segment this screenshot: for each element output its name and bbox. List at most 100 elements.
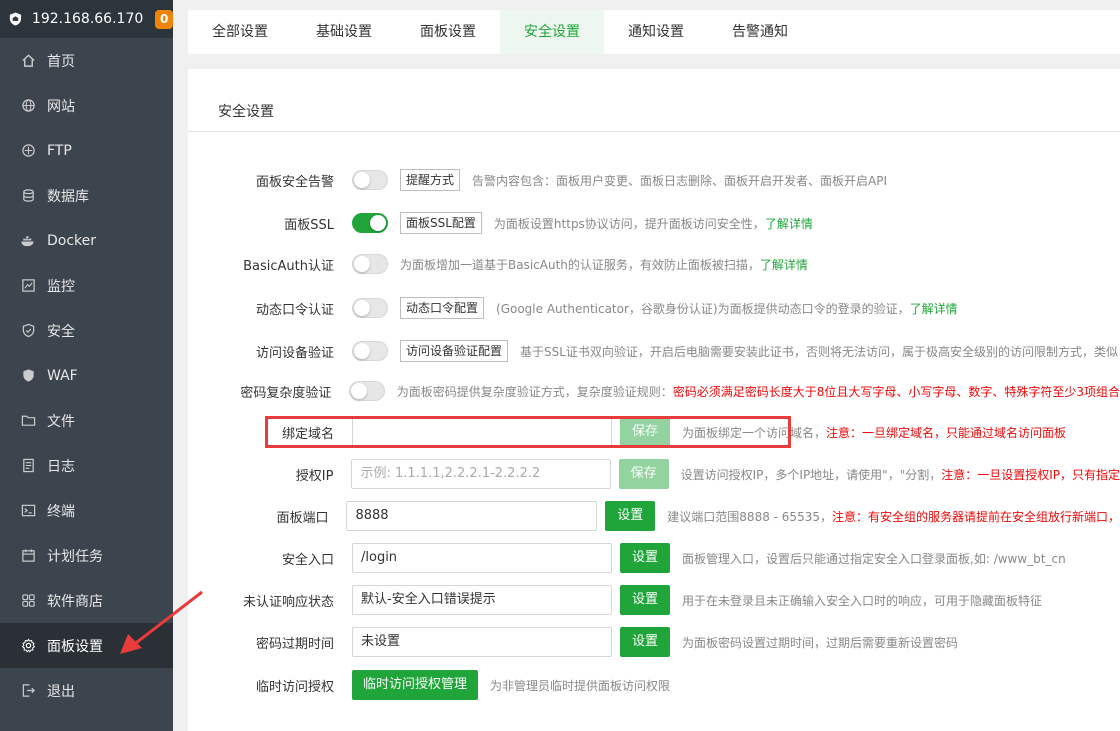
row-password-complexity: 密码复杂度验证 为面板密码提供复杂度验证方式，复杂度验证规则：密码必须满足密码长… [188,381,1120,401]
row-panel-security-alert: 面板安全告警 提醒方式 告警内容包含：面板用户变更、面板日志删除、面板开启开发者… [188,169,1120,191]
sidebar-item-website[interactable]: 网站 [0,83,173,128]
shield-logo-icon [9,12,22,26]
home-icon [20,53,36,69]
row-unauth-response: 未认证响应状态 默认-安全入口错误提示 设置 用于在未登录且未正确输入安全入口时… [188,585,1120,615]
row-label: 面板安全告警 [255,174,334,190]
unauth-response-select[interactable]: 默认-安全入口错误提示 [352,585,612,615]
row-label: 未认证响应状态 [242,594,334,610]
sidebar-item-files[interactable]: 文件 [0,398,173,443]
folder-icon [20,413,36,429]
tab-security-settings[interactable]: 安全设置 [500,10,604,54]
dynamic-password-config-button[interactable]: 动态口令配置 [400,297,485,319]
sidebar-item-app-store[interactable]: 软件商店 [0,578,173,623]
row-device-verification: 访问设备验证 访问设备验证配置 基于SSL证书双向验证，开启后电脑需要安装此证书… [188,340,1120,362]
sidebar-item-logout[interactable]: 退出 [0,668,173,713]
sidebar-item-label: 计划任务 [47,548,103,565]
ssl-config-button[interactable]: 面板SSL配置 [400,212,482,234]
row-authorized-ip: 授权IP 示例: 1.1.1.1,2.2.2.1-2.2.2.2 保存 设置访问… [188,459,1120,489]
row-description: 设置访问授权IP，多个IP地址，请使用"，"分割，注意：一旦设置授权IP，只有指… [680,467,1120,482]
gear-icon [20,638,36,654]
sidebar: 192.168.66.170 0 首页 网站 FTP 数据库 Docker 监控… [0,0,173,731]
row-security-entrance: 安全入口 /login 设置 面板管理入口，设置后只能通过指定安全入口登录面板,… [188,543,1120,573]
panel-security-alert-toggle[interactable] [352,170,388,190]
row-dynamic-password: 动态口令认证 动态口令配置 (Google Authenticator，谷歌身份… [188,297,1120,319]
sidebar-item-home[interactable]: 首页 [0,38,173,83]
security-entrance-set-button[interactable]: 设置 [620,543,671,573]
row-description: 为非管理员临时提供面板访问权限 [490,678,671,693]
security-entrance-input[interactable]: /login [352,543,612,573]
learn-more-link[interactable]: 了解详情 [910,302,958,316]
tab-all-settings[interactable]: 全部设置 [188,10,292,54]
sidebar-item-label: 软件商店 [47,593,103,610]
password-expiry-input[interactable]: 未设置 [352,627,612,657]
security-settings-panel: 安全设置 面板安全告警 提醒方式 告警内容包含：面板用户变更、面板日志删除、面板… [188,69,1120,731]
tab-alert-notification[interactable]: 告警通知 [708,10,812,54]
sidebar-item-security[interactable]: 安全 [0,308,173,353]
temp-access-manage-button[interactable]: 临时访问授权管理 [352,670,479,700]
sidebar-item-label: 安全 [47,323,75,340]
waf-icon [20,368,36,384]
logout-icon [20,683,36,699]
sidebar-header: 192.168.66.170 0 [0,0,173,38]
sidebar-item-terminal[interactable]: 终端 [0,488,173,533]
sidebar-item-label: 退出 [47,683,75,700]
row-label: 安全入口 [281,552,334,568]
sidebar-item-panel-settings[interactable]: 面板设置 [0,623,173,668]
ftp-icon [20,143,36,159]
device-verification-config-button[interactable]: 访问设备验证配置 [400,340,509,362]
sidebar-item-label: 终端 [47,503,75,520]
authorized-ip-save-button[interactable]: 保存 [618,459,669,489]
row-description: 为面板设置https协议访问，提升面板访问安全性，了解详情 [493,216,813,231]
row-password-expiry: 密码过期时间 未设置 设置 为面板密码设置过期时间，过期后需要重新设置密码 [188,627,1120,657]
sidebar-item-label: 数据库 [47,188,89,205]
database-icon [20,188,36,204]
row-temp-access: 临时访问授权 临时访问授权管理 为非管理员临时提供面板访问权限 [188,670,1120,700]
bind-domain-save-button[interactable]: 保存 [620,417,671,447]
sidebar-item-cron[interactable]: 计划任务 [0,533,173,578]
warning-text: 注意：有安全组的服务器请提前在安全组放行新端口， [831,509,1120,524]
sidebar-item-ftp[interactable]: FTP [0,128,173,173]
log-icon [20,458,36,474]
row-description: (Google Authenticator，谷歌身份认证)为面板提供动态口令的登… [496,301,958,316]
dynamic-password-toggle[interactable] [352,298,388,318]
row-label: 面板SSL [284,217,334,233]
tab-panel-settings[interactable]: 面板设置 [396,10,500,54]
basic-auth-toggle[interactable] [352,254,388,274]
row-label: 访问设备验证 [255,345,334,361]
sidebar-item-label: 文件 [47,413,75,430]
sidebar-item-label: 面板设置 [47,638,103,655]
panel-ssl-toggle[interactable] [352,213,388,233]
password-expiry-set-button[interactable]: 设置 [620,627,671,657]
panel-title: 安全设置 [218,104,274,120]
terminal-icon [20,503,36,519]
row-basic-auth: BasicAuth认证 为面板增加一道基于BasicAuth的认证服务，有效防止… [188,254,1120,274]
row-panel-ssl: 面板SSL 面板SSL配置 为面板设置https协议访问，提升面板访问安全性，了… [188,212,1120,234]
device-verification-toggle[interactable] [352,341,388,361]
sidebar-item-docker[interactable]: Docker [0,218,173,263]
learn-more-link[interactable]: 了解详情 [765,217,813,231]
sidebar-item-database[interactable]: 数据库 [0,173,173,218]
sidebar-item-monitor[interactable]: 监控 [0,263,173,308]
tab-notification-settings[interactable]: 通知设置 [604,10,708,54]
row-bind-domain: 绑定域名 保存 为面板绑定一个访问域名，注意：一旦绑定域名，只能通过域名访问面板 [188,417,1120,447]
panel-port-set-button[interactable]: 设置 [605,501,656,531]
panel-port-input[interactable]: 8888 [346,501,598,531]
sidebar-item-logs[interactable]: 日志 [0,443,173,488]
row-panel-port: 面板端口 8888 设置 建议端口范围8888 - 65535，注意：有安全组的… [188,501,1120,531]
tab-basic-settings[interactable]: 基础设置 [292,10,396,54]
sidebar-item-waf[interactable]: WAF [0,353,173,398]
row-description: 为面板增加一道基于BasicAuth的认证服务，有效防止面板被扫描，了解详情 [400,257,808,272]
bind-domain-input[interactable] [352,417,612,447]
row-description: 建议端口范围8888 - 65535，注意：有安全组的服务器请提前在安全组放行新… [667,509,1120,524]
panel-divider [188,131,1120,132]
alert-method-button[interactable]: 提醒方式 [400,169,461,191]
unauth-response-set-button[interactable]: 设置 [620,585,671,615]
notification-badge[interactable]: 0 [155,9,173,29]
row-description: 为面板绑定一个访问域名，注意：一旦绑定域名，只能通过域名访问面板 [682,425,1067,440]
sidebar-item-label: 网站 [47,98,75,115]
row-label: 临时访问授权 [255,679,334,695]
learn-more-link[interactable]: 了解详情 [760,258,808,272]
row-label: 授权IP [295,468,334,484]
password-complexity-toggle[interactable] [349,381,385,401]
authorized-ip-input[interactable]: 示例: 1.1.1.1,2.2.2.1-2.2.2.2 [351,459,611,489]
